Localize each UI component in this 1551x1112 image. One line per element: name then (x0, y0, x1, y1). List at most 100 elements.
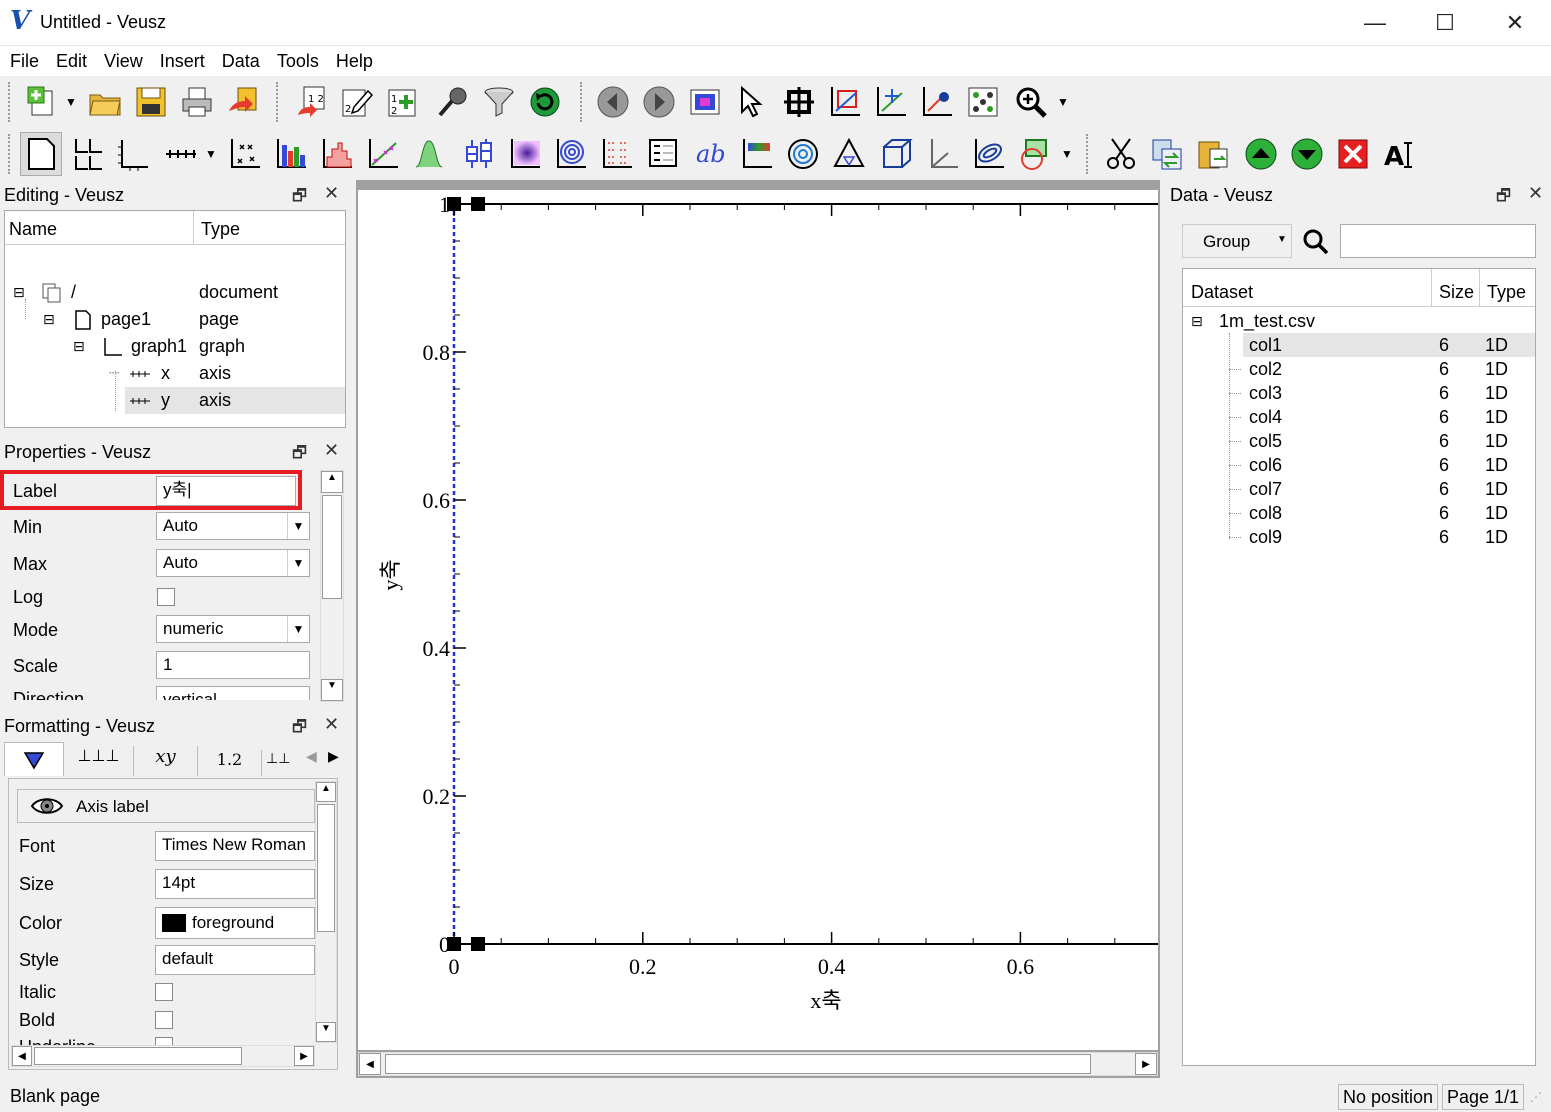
log-checkbox[interactable] (157, 588, 175, 606)
collapse-icon[interactable]: ⊟ (43, 306, 55, 333)
chevron-down-icon[interactable]: ▼ (287, 616, 309, 642)
add-grid-icon[interactable] (66, 132, 108, 176)
collapse-icon[interactable]: ⊟ (73, 333, 85, 360)
tree-row-document[interactable]: ⊟ / document (5, 279, 345, 306)
menu-help[interactable]: Help (326, 46, 380, 76)
font-combo[interactable]: Times New Roman (155, 831, 315, 861)
plot-hscrollbar[interactable]: ◀ ▶ (358, 1052, 1158, 1076)
chevron-down-icon[interactable]: ▼ (287, 550, 309, 576)
menu-file[interactable]: File (0, 46, 46, 76)
format-scrollbar[interactable]: ▲ ▼ (315, 781, 337, 1043)
add-key-icon[interactable] (642, 132, 684, 176)
collapse-icon[interactable]: ⊟ (13, 279, 25, 306)
copy-icon[interactable] (1146, 132, 1188, 176)
zoom-menu-icon[interactable] (1010, 80, 1052, 124)
zoom-dropdown-arrow[interactable]: ▼ (1056, 80, 1070, 124)
select-pointer-icon[interactable] (732, 80, 774, 124)
hscrollbar-thumb[interactable] (34, 1047, 242, 1065)
label-input[interactable]: y축| (156, 476, 296, 506)
rename-icon[interactable]: A (1378, 132, 1420, 176)
collapse-icon[interactable]: ⊟ (1191, 309, 1203, 333)
previous-page-icon[interactable] (592, 80, 634, 124)
menu-view[interactable]: View (94, 46, 150, 76)
zoom-rect-icon[interactable] (870, 80, 912, 124)
tree-row-x-axis[interactable]: ┈ x axis (5, 360, 345, 387)
tab-ticks[interactable]: ⊥⊥ (266, 750, 296, 776)
dataset-file-row[interactable]: ⊟ 1m_test.csv (1183, 309, 1535, 333)
add-boxplot-icon[interactable] (458, 132, 500, 176)
float-panel-icon[interactable]: 🗗 (292, 442, 307, 469)
print-icon[interactable] (176, 80, 218, 124)
color-combo[interactable]: foreground (155, 907, 315, 939)
add-colorbar-icon[interactable] (736, 132, 778, 176)
tab-axis-line[interactable]: ⊥⊥⊥ (64, 746, 134, 776)
save-icon[interactable] (130, 80, 172, 124)
move-down-icon[interactable] (1286, 132, 1328, 176)
paste-icon[interactable] (1192, 132, 1234, 176)
add-histogram-icon[interactable] (316, 132, 358, 176)
add-page-icon[interactable] (20, 132, 62, 176)
add-graph-icon[interactable] (112, 132, 154, 176)
new-dropdown-arrow[interactable]: ▼ (64, 80, 78, 124)
menu-insert[interactable]: Insert (150, 46, 212, 76)
eye-icon[interactable] (30, 794, 64, 823)
toolbar-grip[interactable] (8, 82, 14, 122)
capture-data-icon[interactable] (432, 80, 474, 124)
float-panel-icon[interactable]: 🗗 (292, 185, 307, 212)
float-panel-icon[interactable]: 🗗 (292, 716, 307, 743)
hscrollbar-thumb[interactable] (385, 1054, 1091, 1074)
menu-data[interactable]: Data (212, 46, 267, 76)
add-vectorfield-icon[interactable] (596, 132, 638, 176)
style-combo[interactable]: default (155, 945, 315, 975)
next-page-icon[interactable] (638, 80, 680, 124)
scroll-up-icon[interactable]: ▲ (321, 471, 343, 493)
new-document-icon[interactable] (22, 80, 64, 124)
filter-icon[interactable] (478, 80, 520, 124)
add-function-icon[interactable] (408, 132, 450, 176)
create-dataset-icon[interactable]: 12 (382, 80, 424, 124)
add-image-icon[interactable] (504, 132, 546, 176)
scroll-up-icon[interactable]: ▲ (316, 782, 336, 802)
move-up-icon[interactable] (1240, 132, 1282, 176)
cut-icon[interactable] (1100, 132, 1142, 176)
mode-combo[interactable]: numeric ▼ (156, 615, 310, 643)
open-folder-icon[interactable] (84, 80, 126, 124)
properties-scrollbar[interactable]: ▲ ▼ (320, 470, 344, 702)
maximize-button[interactable]: ☐ (1410, 0, 1480, 46)
tree-col-name[interactable]: Name (9, 219, 57, 240)
import-data-icon[interactable]: 1 2 (290, 80, 332, 124)
chevron-down-icon[interactable]: ▼ (287, 513, 309, 539)
tree-row-y-axis-selected[interactable]: y axis (125, 387, 345, 414)
add-xy-icon[interactable] (224, 132, 266, 176)
size-input[interactable]: 14pt (155, 869, 315, 899)
search-input[interactable] (1340, 224, 1536, 258)
scroll-down-icon[interactable]: ▼ (321, 679, 343, 701)
col-type[interactable]: Type (1487, 282, 1526, 303)
zoom-graph-icon[interactable] (824, 80, 866, 124)
add-3d-function-icon[interactable] (968, 132, 1010, 176)
add-fit-icon[interactable] (362, 132, 404, 176)
tree-row-graph1[interactable]: ⊟ graph1 graph (5, 333, 345, 360)
menu-edit[interactable]: Edit (46, 46, 94, 76)
menu-tools[interactable]: Tools (267, 46, 326, 76)
add-contour-icon[interactable] (550, 132, 592, 176)
edit-data-icon[interactable]: 2 (336, 80, 378, 124)
close-window-button[interactable]: ✕ (1480, 0, 1550, 46)
tab-scroll-left-icon[interactable]: ◀ (306, 748, 322, 765)
scrollbar-thumb[interactable] (317, 804, 335, 932)
close-panel-icon[interactable]: ✕ (324, 714, 339, 735)
col-dataset[interactable]: Dataset (1191, 282, 1253, 303)
float-panel-icon[interactable]: 🗗 (1496, 185, 1511, 212)
scroll-down-icon[interactable]: ▼ (316, 1022, 336, 1042)
scroll-left-icon[interactable]: ◀ (12, 1046, 32, 1066)
tab-scroll-right-icon[interactable]: ▶ (328, 748, 344, 765)
tree-row-page1[interactable]: ⊟ page1 page (5, 306, 345, 333)
add-shape-icon[interactable] (1014, 132, 1056, 176)
close-panel-icon[interactable]: ✕ (324, 440, 339, 461)
add-axis-icon[interactable] (160, 132, 202, 176)
widget-tree[interactable]: Name Type ⊟ / document ⊟ page1 page ⊟ gr… (4, 210, 346, 428)
scale-input[interactable]: 1 (156, 651, 310, 679)
add-3d-graph-icon[interactable] (922, 132, 964, 176)
tree-col-type[interactable]: Type (201, 219, 240, 240)
tab-xy[interactable]: xy (134, 746, 198, 776)
